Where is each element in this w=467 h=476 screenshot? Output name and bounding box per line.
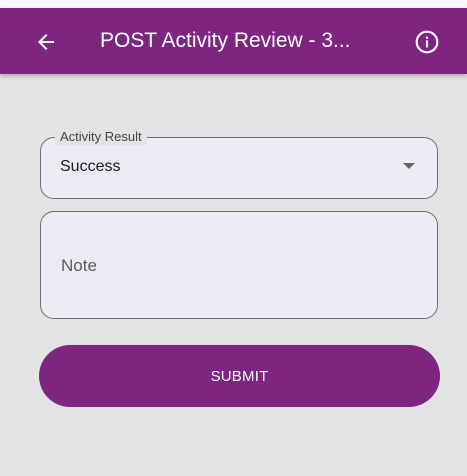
caret-down-icon <box>403 163 415 169</box>
activity-result-value: Success <box>60 158 121 175</box>
app-bar: POST Activity Review - 3... <box>0 8 467 74</box>
submit-button[interactable]: SUBMIT <box>39 345 440 407</box>
info-button[interactable] <box>410 25 444 59</box>
page-title: POST Activity Review - 3... <box>100 29 351 52</box>
info-circle-icon <box>415 30 439 54</box>
activity-result-label: Activity Result <box>55 129 147 145</box>
back-button[interactable] <box>30 26 62 58</box>
note-placeholder: Note <box>61 256 97 275</box>
status-strip <box>0 0 467 8</box>
arrow-left-icon <box>38 34 54 50</box>
activity-result-dropdown[interactable]: Activity Result Success <box>40 129 438 199</box>
note-field[interactable]: Note <box>40 211 438 319</box>
